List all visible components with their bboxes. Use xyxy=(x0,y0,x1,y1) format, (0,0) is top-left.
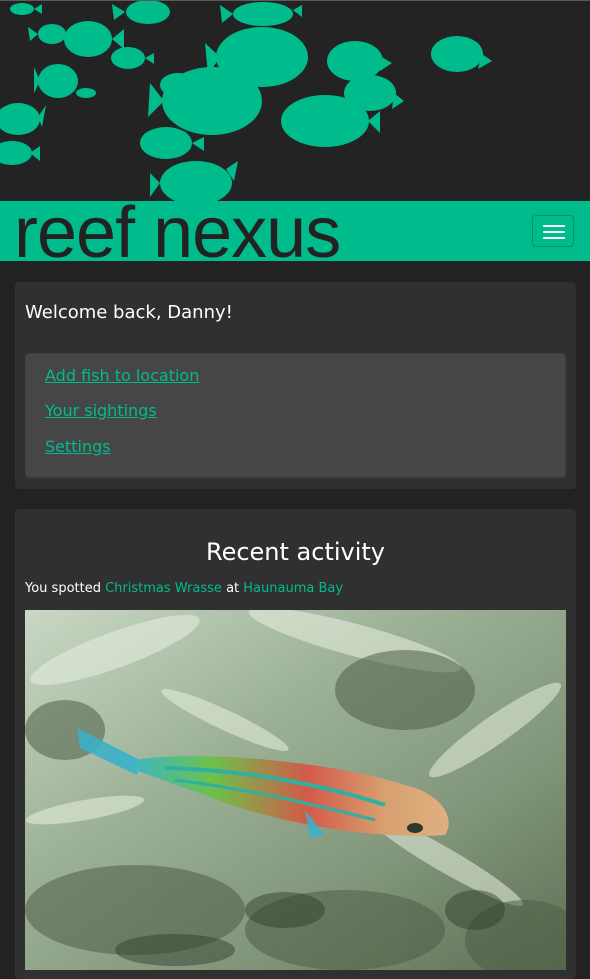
welcome-panel: Welcome back, Danny! Add fish to locatio… xyxy=(15,282,576,489)
fish-link[interactable]: Christmas Wrasse xyxy=(105,581,222,596)
activity-item: You spotted Christmas Wrasse at Haunauma… xyxy=(25,581,343,596)
your-sightings-link[interactable]: Your sightings xyxy=(45,401,157,420)
fish-school-illustration xyxy=(0,1,492,201)
brand-logo-text[interactable]: reef nexus xyxy=(14,201,341,261)
recent-activity-title: Recent activity xyxy=(205,538,386,566)
hamburger-icon xyxy=(543,237,565,239)
recent-activity-panel: Recent activity You spotted Christmas Wr… xyxy=(15,509,576,979)
navbar: reef nexus xyxy=(0,201,590,261)
add-fish-link[interactable]: Add fish to location xyxy=(45,366,199,385)
welcome-greeting: Welcome back, Danny! xyxy=(25,302,233,323)
activity-prefix: You spotted xyxy=(25,581,101,596)
menu-toggle-button[interactable] xyxy=(532,215,574,247)
fish-photo xyxy=(25,610,566,970)
location-link[interactable]: Haunauma Bay xyxy=(243,581,343,596)
settings-link[interactable]: Settings xyxy=(45,437,111,456)
header-banner xyxy=(0,0,590,201)
sighting-photo xyxy=(25,610,566,970)
hamburger-icon xyxy=(543,231,565,233)
activity-joiner: at xyxy=(226,581,240,596)
quick-links-well: Add fish to location Your sightings Sett… xyxy=(25,353,566,478)
hamburger-icon xyxy=(543,225,565,227)
